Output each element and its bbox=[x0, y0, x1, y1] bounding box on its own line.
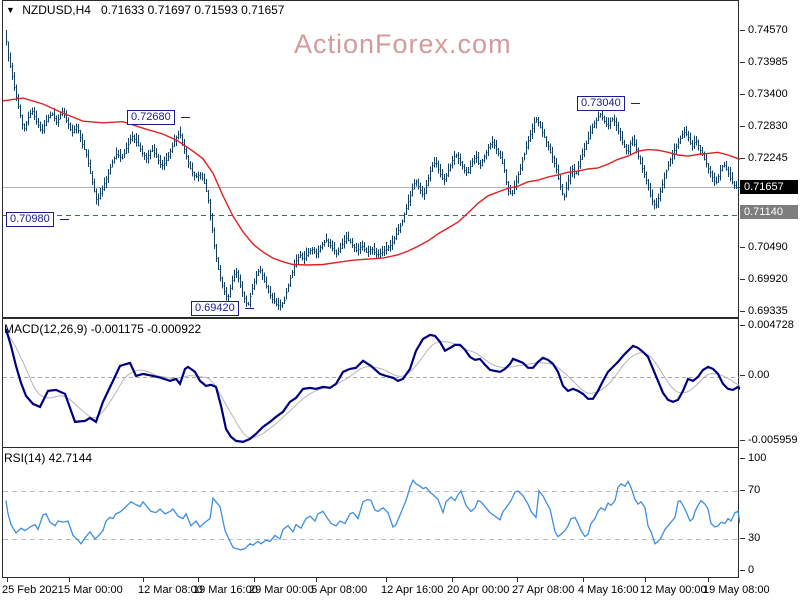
pivot-label-connector bbox=[181, 117, 190, 118]
date-axis-label: 12 May 00:00 bbox=[640, 584, 707, 596]
date-axis-tick bbox=[143, 578, 144, 582]
actionforex-watermark: ActionForex.com bbox=[294, 29, 512, 59]
date-axis-tick bbox=[316, 578, 317, 582]
pivot-label-connector bbox=[631, 103, 640, 104]
rsi-axis-label: 70 bbox=[748, 484, 761, 496]
macd-axis-label: 0.004728 bbox=[748, 319, 794, 331]
pivot-label-connector bbox=[60, 219, 69, 220]
ohlc-quote-label: 0.71633 0.71697 0.71593 0.71657 bbox=[100, 3, 285, 17]
date-axis-label: 5 Mar 00:00 bbox=[64, 584, 123, 596]
date-axis-tick bbox=[198, 578, 199, 582]
date-axis-label: 29 Mar 00:00 bbox=[249, 584, 314, 596]
date-axis-label: 4 May 16:00 bbox=[578, 584, 639, 596]
rsi-panel[interactable] bbox=[2, 447, 740, 578]
macd-axis-tick bbox=[740, 375, 745, 376]
pivot-label-connector bbox=[245, 308, 254, 309]
date-axis-tick bbox=[452, 578, 453, 582]
date-axis-tick bbox=[7, 578, 8, 582]
rsi-axis-label: 0 bbox=[748, 564, 755, 576]
price-axis-label: 0.69335 bbox=[748, 305, 788, 317]
rsi-indicator-label: RSI(14) 42.7144 bbox=[4, 451, 93, 465]
macd-axis-label: -0.005959 bbox=[748, 434, 798, 446]
macd-panel[interactable] bbox=[2, 318, 740, 448]
rsi-plot bbox=[3, 478, 740, 551]
pivot-price-label: 0.72680 bbox=[127, 110, 175, 125]
rsi-axis-tick bbox=[740, 570, 745, 571]
macd-plot bbox=[3, 328, 740, 444]
rsi-axis-label: 30 bbox=[748, 532, 761, 544]
forex-chart-window: ▼ NZDUSD,H4 0.71633 0.71697 0.71593 0.71… bbox=[0, 0, 800, 600]
date-axis-label: 20 Apr 00:00 bbox=[447, 584, 510, 596]
price-axis-tick bbox=[740, 30, 745, 31]
price-axis-tick bbox=[740, 126, 745, 127]
symbol-timeframe-label: NZDUSD,H4 bbox=[22, 3, 91, 17]
macd-main-line bbox=[4, 328, 740, 444]
price-axis-tick bbox=[740, 158, 745, 159]
date-axis-tick bbox=[386, 578, 387, 582]
date-axis-label: 5 Apr 08:00 bbox=[311, 584, 368, 596]
macd-axis-tick bbox=[740, 325, 745, 326]
date-axis-label: 19 May 08:00 bbox=[703, 584, 770, 596]
rsi-axis-label: 100 bbox=[748, 452, 767, 464]
date-axis-tick bbox=[254, 578, 255, 582]
current-price-badge: 0.71657 bbox=[740, 180, 798, 194]
date-axis-tick bbox=[708, 578, 709, 582]
date-axis-label: 12 Apr 16:00 bbox=[381, 584, 444, 596]
pivot-price-label: 0.73040 bbox=[577, 96, 625, 111]
date-axis-tick bbox=[583, 578, 584, 582]
date-axis-label: 27 Apr 08:00 bbox=[512, 584, 575, 596]
macd-indicator-label: MACD(12,26,9) -0.001175 -0.000922 bbox=[4, 322, 202, 336]
price-axis-label: 0.69920 bbox=[748, 273, 788, 285]
support-price-badge: 0.71140 bbox=[740, 205, 798, 219]
price-axis-tick bbox=[740, 311, 745, 312]
candlestick-series bbox=[6, 30, 740, 311]
macd-axis-tick bbox=[740, 440, 745, 441]
chart-title-bar: ▼ NZDUSD,H4 0.71633 0.71697 0.71593 0.71… bbox=[6, 3, 284, 17]
date-axis-tick bbox=[517, 578, 518, 582]
symbol-dropdown-icon[interactable]: ▼ bbox=[6, 5, 15, 15]
price-axis-tick bbox=[740, 247, 745, 248]
rsi-axis-tick bbox=[740, 458, 745, 459]
price-axis-label: 0.73400 bbox=[748, 88, 788, 100]
pivot-price-label: 0.70980 bbox=[6, 212, 54, 227]
date-axis-tick bbox=[69, 578, 70, 582]
date-axis-tick bbox=[645, 578, 646, 582]
pivot-price-label: 0.69420 bbox=[191, 301, 239, 316]
price-axis-label: 0.70490 bbox=[748, 241, 788, 253]
date-axis-label: 25 Feb 2021 bbox=[2, 584, 64, 596]
rsi-axis-tick bbox=[740, 490, 745, 491]
macd-axis-label: 0.00 bbox=[748, 369, 770, 381]
price-axis-label: 0.72830 bbox=[748, 120, 788, 132]
price-axis-label: 0.72245 bbox=[748, 152, 788, 164]
price-axis-tick bbox=[740, 62, 745, 63]
moving-average-line bbox=[3, 97, 740, 266]
price-axis-label: 0.73985 bbox=[748, 56, 788, 68]
price-axis-label: 0.74570 bbox=[748, 24, 788, 36]
rsi-axis-tick bbox=[740, 538, 745, 539]
price-axis-tick bbox=[740, 279, 745, 280]
price-axis-tick bbox=[740, 94, 745, 95]
